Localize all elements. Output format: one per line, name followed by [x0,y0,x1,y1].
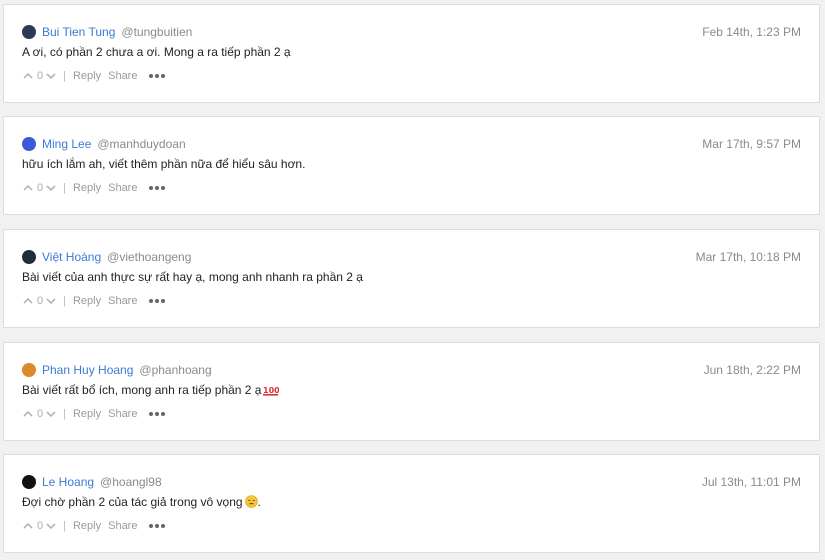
comment-card: Việt Hoàng @viethoangeng Mar 17th, 10:18… [3,229,820,328]
upvote-icon[interactable] [22,520,34,532]
comment-text: Đợi chờ phần 2 của tác giả trong vô vọng… [22,495,801,511]
comment-text: Bài viết của anh thực sự rất hay ạ, mong… [22,270,801,284]
comment-text-content: A ơi, có phần 2 chưa a ơi. Mong a ra tiế… [22,45,291,59]
reply-button[interactable]: Reply [73,520,101,532]
downvote-icon[interactable] [45,182,57,194]
comment-card: Ming Lee @manhduydoan Mar 17th, 9:57 PM … [3,116,820,215]
more-options-icon[interactable] [149,524,166,528]
more-options-icon[interactable] [149,412,166,416]
upvote-icon[interactable] [22,182,34,194]
reply-button[interactable]: Reply [73,408,101,420]
comment-actions: 0 | Reply Share [22,69,166,83]
author-handle[interactable]: @manhduydoan [97,137,185,151]
comment-header: Le Hoang @hoangl98 Jul 13th, 11:01 PM [22,474,801,490]
comment-header: Việt Hoàng @viethoangeng Mar 17th, 10:18… [22,249,801,265]
vote-count: 0 [37,520,44,532]
author-name[interactable]: Bui Tien Tung [42,25,115,39]
author-name[interactable]: Việt Hoàng [42,250,101,264]
share-button[interactable]: Share [108,408,137,420]
author-handle[interactable]: @hoangl98 [100,475,162,489]
comment-text-content: Bài viết rất bổ ích, mong anh ra tiếp ph… [22,383,262,397]
vote-count: 0 [37,295,44,307]
comment-timestamp[interactable]: Mar 17th, 9:57 PM [702,137,801,151]
more-options-icon[interactable] [149,186,166,190]
comment-timestamp[interactable]: Jul 13th, 11:01 PM [702,475,801,489]
comment-text-content: Bài viết của anh thực sự rất hay ạ, mong… [22,270,363,284]
vote-count: 0 [37,408,44,420]
avatar[interactable] [22,137,36,151]
comment-card: Bui Tien Tung @tungbuitien Feb 14th, 1:2… [3,4,820,103]
share-button[interactable]: Share [108,182,137,194]
author-name[interactable]: Le Hoang [42,475,94,489]
action-separator: | [63,520,66,532]
action-separator: | [63,182,66,194]
author-handle[interactable]: @phanhoang [139,363,211,377]
author-name[interactable]: Ming Lee [42,137,91,151]
upvote-icon[interactable] [22,295,34,307]
downvote-icon[interactable] [45,70,57,82]
more-options-icon[interactable] [149,74,166,78]
action-separator: | [63,408,66,420]
reply-button[interactable]: Reply [73,182,101,194]
avatar[interactable] [22,250,36,264]
downvote-icon[interactable] [45,520,57,532]
comment-header: Ming Lee @manhduydoan Mar 17th, 9:57 PM [22,136,801,152]
comment-timestamp[interactable]: Feb 14th, 1:23 PM [702,25,801,39]
downvote-icon[interactable] [45,408,57,420]
hundred-points-icon: 100 [263,384,281,399]
comment-text-suffix: . [257,495,261,509]
avatar[interactable] [22,475,36,489]
upvote-icon[interactable] [22,408,34,420]
action-separator: | [63,70,66,82]
comment-actions: 0 | Reply Share [22,407,166,421]
action-separator: | [63,295,66,307]
comment-header: Bui Tien Tung @tungbuitien Feb 14th, 1:2… [22,24,801,40]
comment-emoji: 100 [261,383,281,399]
comment-card: Phan Huy Hoang @phanhoang Jun 18th, 2:22… [3,342,820,441]
comment-header: Phan Huy Hoang @phanhoang Jun 18th, 2:22… [22,362,801,378]
reply-button[interactable]: Reply [73,295,101,307]
comment-text: A ơi, có phần 2 chưa a ơi. Mong a ra tiế… [22,45,801,59]
comment-text: hữu ích lắm ah, viết thêm phần nữa để hi… [22,157,801,171]
comment-list: Bui Tien Tung @tungbuitien Feb 14th, 1:2… [0,0,825,560]
comment-actions: 0 | Reply Share [22,181,166,195]
comment-text-content: hữu ích lắm ah, viết thêm phần nữa để hi… [22,157,306,171]
reply-button[interactable]: Reply [73,70,101,82]
comment-actions: 0 | Reply Share [22,519,166,533]
vote-count: 0 [37,70,44,82]
comment-timestamp[interactable]: Jun 18th, 2:22 PM [704,363,801,377]
upvote-icon[interactable] [22,70,34,82]
author-handle[interactable]: @tungbuitien [121,25,192,39]
avatar[interactable] [22,363,36,377]
avatar[interactable] [22,25,36,39]
comment-text: Bài viết rất bổ ích, mong anh ra tiếp ph… [22,383,801,399]
comment-text-content: Đợi chờ phần 2 của tác giả trong vô vọng [22,495,243,509]
author-handle[interactable]: @viethoangeng [107,250,191,264]
author-name[interactable]: Phan Huy Hoang [42,363,133,377]
share-button[interactable]: Share [108,295,137,307]
comment-emoji [243,495,258,509]
comment-card: Le Hoang @hoangl98 Jul 13th, 11:01 PM Đợ… [3,454,820,553]
share-button[interactable]: Share [108,520,137,532]
pensive-face-icon [244,495,258,511]
share-button[interactable]: Share [108,70,137,82]
more-options-icon[interactable] [149,299,166,303]
comment-timestamp[interactable]: Mar 17th, 10:18 PM [696,250,801,264]
svg-text:100: 100 [263,386,279,395]
comment-actions: 0 | Reply Share [22,294,166,308]
downvote-icon[interactable] [45,295,57,307]
vote-count: 0 [37,182,44,194]
